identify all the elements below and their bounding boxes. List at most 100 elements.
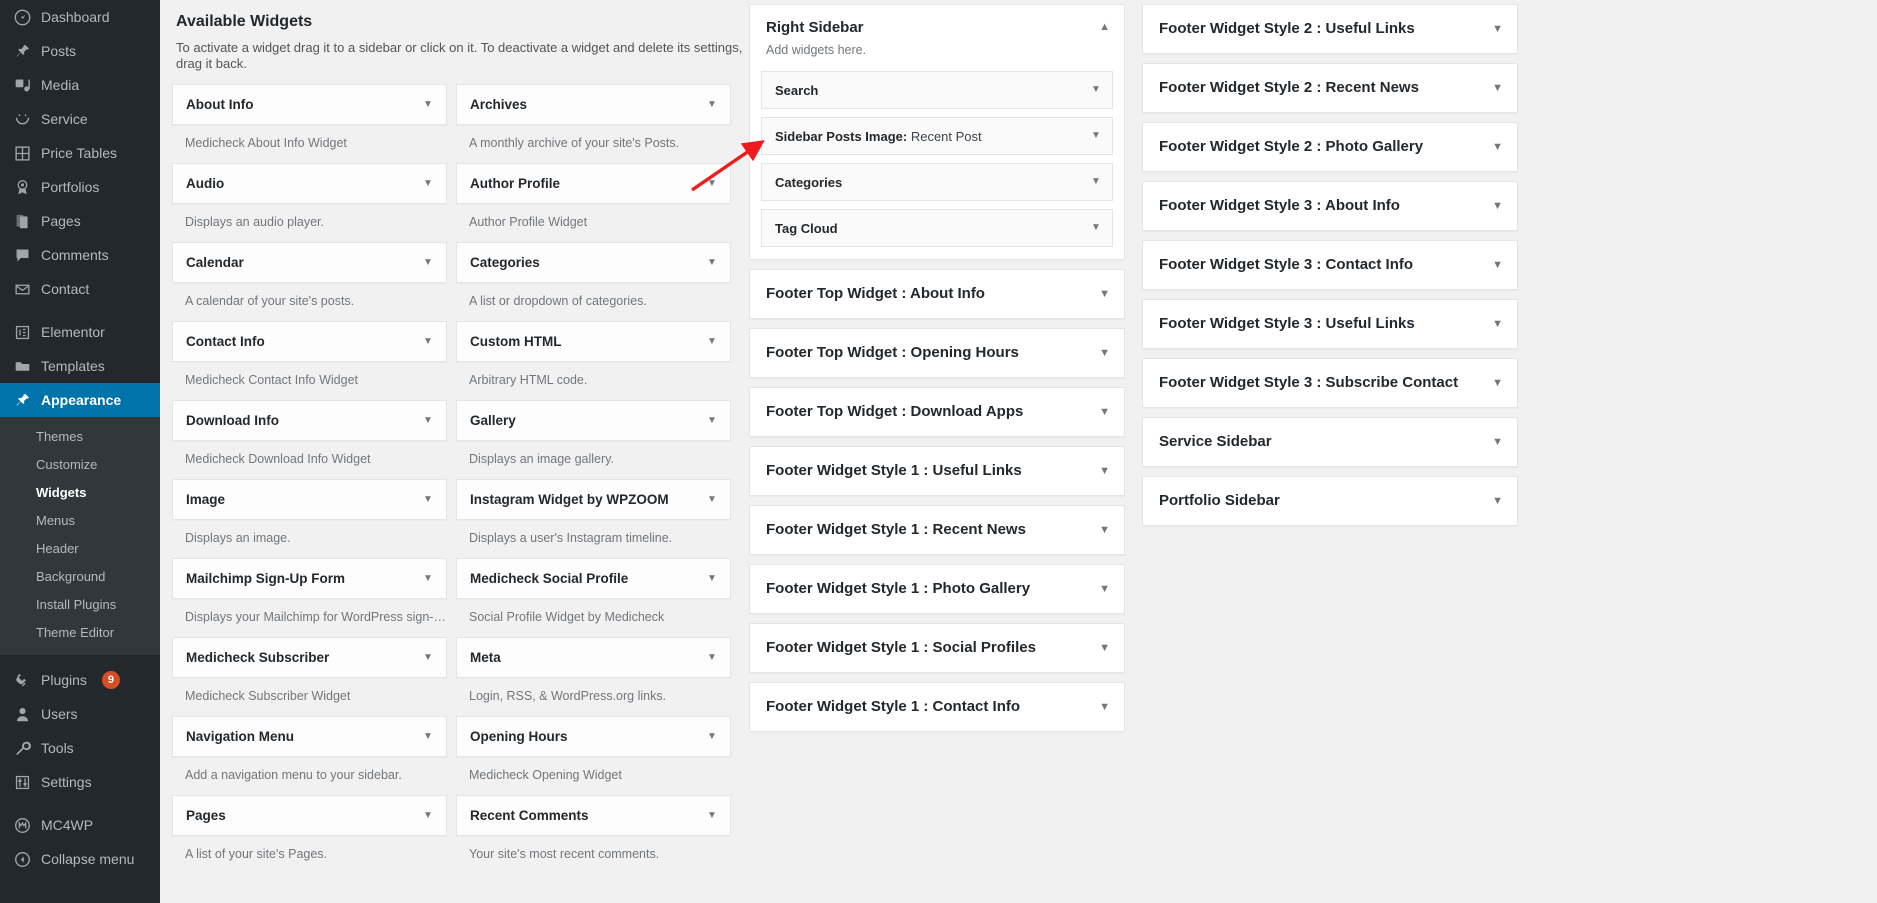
widget-card[interactable]: Medicheck Social Profile ▼: [456, 558, 731, 599]
sidebar-panel-header[interactable]: Service Sidebar ▼: [1143, 418, 1517, 466]
chevron-down-icon[interactable]: ▼: [1091, 462, 1110, 480]
active-widget-sidebar-posts-image[interactable]: Sidebar Posts Image: Recent Post ▼: [761, 117, 1113, 155]
chevron-down-icon[interactable]: ▼: [705, 100, 719, 110]
chevron-down-icon[interactable]: ▼: [1089, 177, 1103, 187]
sidebar-panel[interactable]: Footer Widget Style 3 : Contact Info ▼: [1142, 240, 1518, 290]
submenu-item-widgets[interactable]: Widgets: [0, 479, 160, 507]
submenu-item-install-plugins[interactable]: Install Plugins: [0, 591, 160, 619]
sidebar-panel-header[interactable]: Footer Widget Style 1 : Photo Gallery ▼: [750, 565, 1124, 613]
chevron-down-icon[interactable]: ▼: [1091, 580, 1110, 598]
chevron-down-icon[interactable]: ▼: [1484, 79, 1503, 97]
chevron-down-icon[interactable]: ▼: [421, 495, 435, 505]
sidebar-panel[interactable]: Footer Widget Style 1 : Social Profiles …: [749, 623, 1125, 673]
widget-card[interactable]: Recent Comments ▼: [456, 795, 731, 836]
sidebar-item-dashboard[interactable]: Dashboard: [0, 0, 160, 34]
chevron-down-icon[interactable]: ▼: [705, 811, 719, 821]
chevron-down-icon[interactable]: ▼: [1089, 131, 1103, 141]
chevron-down-icon[interactable]: ▼: [705, 495, 719, 505]
sidebar-panel[interactable]: Footer Top Widget : Download Apps ▼: [749, 387, 1125, 437]
chevron-up-icon[interactable]: ▲: [1091, 18, 1110, 36]
sidebar-item-price-tables[interactable]: Price Tables: [0, 136, 160, 170]
chevron-down-icon[interactable]: ▼: [421, 811, 435, 821]
chevron-down-icon[interactable]: ▼: [421, 653, 435, 663]
chevron-down-icon[interactable]: ▼: [1091, 285, 1110, 303]
sidebar-panel-header[interactable]: Footer Widget Style 1 : Social Profiles …: [750, 624, 1124, 672]
sidebar-panel[interactable]: Footer Widget Style 3 : Subscribe Contac…: [1142, 358, 1518, 408]
sidebar-item-appearance[interactable]: Appearance: [0, 383, 160, 417]
sidebar-panel-header[interactable]: Footer Widget Style 2 : Photo Gallery ▼: [1143, 123, 1517, 171]
sidebar-item-users[interactable]: Users: [0, 697, 160, 731]
active-widget-categories[interactable]: Categories ▼: [761, 163, 1113, 201]
sidebar-item-portfolios[interactable]: Portfolios: [0, 170, 160, 204]
sidebar-item-comments[interactable]: Comments: [0, 238, 160, 272]
sidebar-panel[interactable]: Footer Widget Style 1 : Contact Info ▼: [749, 682, 1125, 732]
sidebar-panel[interactable]: Footer Widget Style 2 : Useful Links ▼: [1142, 4, 1518, 54]
chevron-down-icon[interactable]: ▼: [1091, 344, 1110, 362]
sidebar-item-pages[interactable]: Pages: [0, 204, 160, 238]
sidebar-item-contact[interactable]: Contact: [0, 272, 160, 306]
chevron-down-icon[interactable]: ▼: [1091, 698, 1110, 716]
collapse-menu-button[interactable]: Collapse menu: [0, 842, 160, 876]
sidebar-item-mc4wp[interactable]: MC4WP: [0, 808, 160, 842]
sidebar-panel[interactable]: Footer Widget Style 3 : Useful Links ▼: [1142, 299, 1518, 349]
chevron-down-icon[interactable]: ▼: [1089, 223, 1103, 233]
sidebar-panel-header[interactable]: Footer Widget Style 3 : Useful Links ▼: [1143, 300, 1517, 348]
chevron-down-icon[interactable]: ▼: [421, 100, 435, 110]
sidebar-item-tools[interactable]: Tools: [0, 731, 160, 765]
widget-card[interactable]: Author Profile ▼: [456, 163, 731, 204]
sidebar-panel-header[interactable]: Footer Widget Style 2 : Recent News ▼: [1143, 64, 1517, 112]
sidebar-panel-service-sidebar[interactable]: Service Sidebar ▼: [1142, 417, 1518, 467]
widget-card[interactable]: Navigation Menu ▼: [172, 716, 447, 757]
widget-card[interactable]: Pages ▼: [172, 795, 447, 836]
sidebar-panel-header[interactable]: Footer Top Widget : Opening Hours ▼: [750, 329, 1124, 377]
chevron-down-icon[interactable]: ▼: [705, 574, 719, 584]
submenu-item-themes[interactable]: Themes: [0, 423, 160, 451]
chevron-down-icon[interactable]: ▼: [1484, 138, 1503, 156]
chevron-down-icon[interactable]: ▼: [421, 574, 435, 584]
sidebar-item-templates[interactable]: Templates: [0, 349, 160, 383]
widget-card[interactable]: Download Info ▼: [172, 400, 447, 441]
chevron-down-icon[interactable]: ▼: [1091, 639, 1110, 657]
submenu-item-theme-editor[interactable]: Theme Editor: [0, 619, 160, 647]
submenu-item-background[interactable]: Background: [0, 563, 160, 591]
widget-card[interactable]: Categories ▼: [456, 242, 731, 283]
widget-card[interactable]: Archives ▼: [456, 84, 731, 125]
chevron-down-icon[interactable]: ▼: [1484, 433, 1503, 451]
submenu-item-header[interactable]: Header: [0, 535, 160, 563]
widget-card[interactable]: Gallery ▼: [456, 400, 731, 441]
sidebar-item-elementor[interactable]: Elementor: [0, 315, 160, 349]
sidebar-panel[interactable]: Footer Widget Style 1 : Photo Gallery ▼: [749, 564, 1125, 614]
sidebar-panel[interactable]: Footer Widget Style 3 : About Info ▼: [1142, 181, 1518, 231]
sidebar-panel-header[interactable]: Footer Widget Style 2 : Useful Links ▼: [1143, 5, 1517, 53]
chevron-down-icon[interactable]: ▼: [1484, 374, 1503, 392]
active-widget-search[interactable]: Search ▼: [761, 71, 1113, 109]
chevron-down-icon[interactable]: ▼: [705, 653, 719, 663]
sidebar-item-media[interactable]: Media: [0, 68, 160, 102]
widget-card[interactable]: Mailchimp Sign-Up Form ▼: [172, 558, 447, 599]
sidebar-panel-header[interactable]: Footer Widget Style 3 : Contact Info ▼: [1143, 241, 1517, 289]
chevron-down-icon[interactable]: ▼: [421, 337, 435, 347]
widget-card[interactable]: Medicheck Subscriber ▼: [172, 637, 447, 678]
chevron-down-icon[interactable]: ▼: [421, 258, 435, 268]
sidebar-panel[interactable]: Footer Top Widget : About Info ▼: [749, 269, 1125, 319]
sidebar-item-plugins[interactable]: Plugins 9: [0, 663, 160, 697]
chevron-down-icon[interactable]: ▼: [705, 337, 719, 347]
chevron-down-icon[interactable]: ▼: [1484, 20, 1503, 38]
chevron-down-icon[interactable]: ▼: [705, 258, 719, 268]
sidebar-panel-header[interactable]: Footer Top Widget : Download Apps ▼: [750, 388, 1124, 436]
sidebar-panel-header[interactable]: Portfolio Sidebar ▼: [1143, 477, 1517, 525]
sidebar-panel-header[interactable]: Footer Widget Style 1 : Useful Links ▼: [750, 447, 1124, 495]
widget-card[interactable]: Meta ▼: [456, 637, 731, 678]
widget-card[interactable]: Audio ▼: [172, 163, 447, 204]
widget-card[interactable]: Calendar ▼: [172, 242, 447, 283]
sidebar-panel[interactable]: Footer Widget Style 1 : Recent News ▼: [749, 505, 1125, 555]
chevron-down-icon[interactable]: ▼: [1484, 197, 1503, 215]
widget-card[interactable]: About Info ▼: [172, 84, 447, 125]
chevron-down-icon[interactable]: ▼: [421, 416, 435, 426]
widget-card[interactable]: Custom HTML ▼: [456, 321, 731, 362]
chevron-down-icon[interactable]: ▼: [1091, 521, 1110, 539]
sidebar-panel-header[interactable]: Footer Widget Style 1 : Contact Info ▼: [750, 683, 1124, 731]
widget-card[interactable]: Image ▼: [172, 479, 447, 520]
sidebar-panel[interactable]: Footer Widget Style 1 : Useful Links ▼: [749, 446, 1125, 496]
sidebar-panel-header[interactable]: Footer Widget Style 3 : Subscribe Contac…: [1143, 359, 1517, 407]
